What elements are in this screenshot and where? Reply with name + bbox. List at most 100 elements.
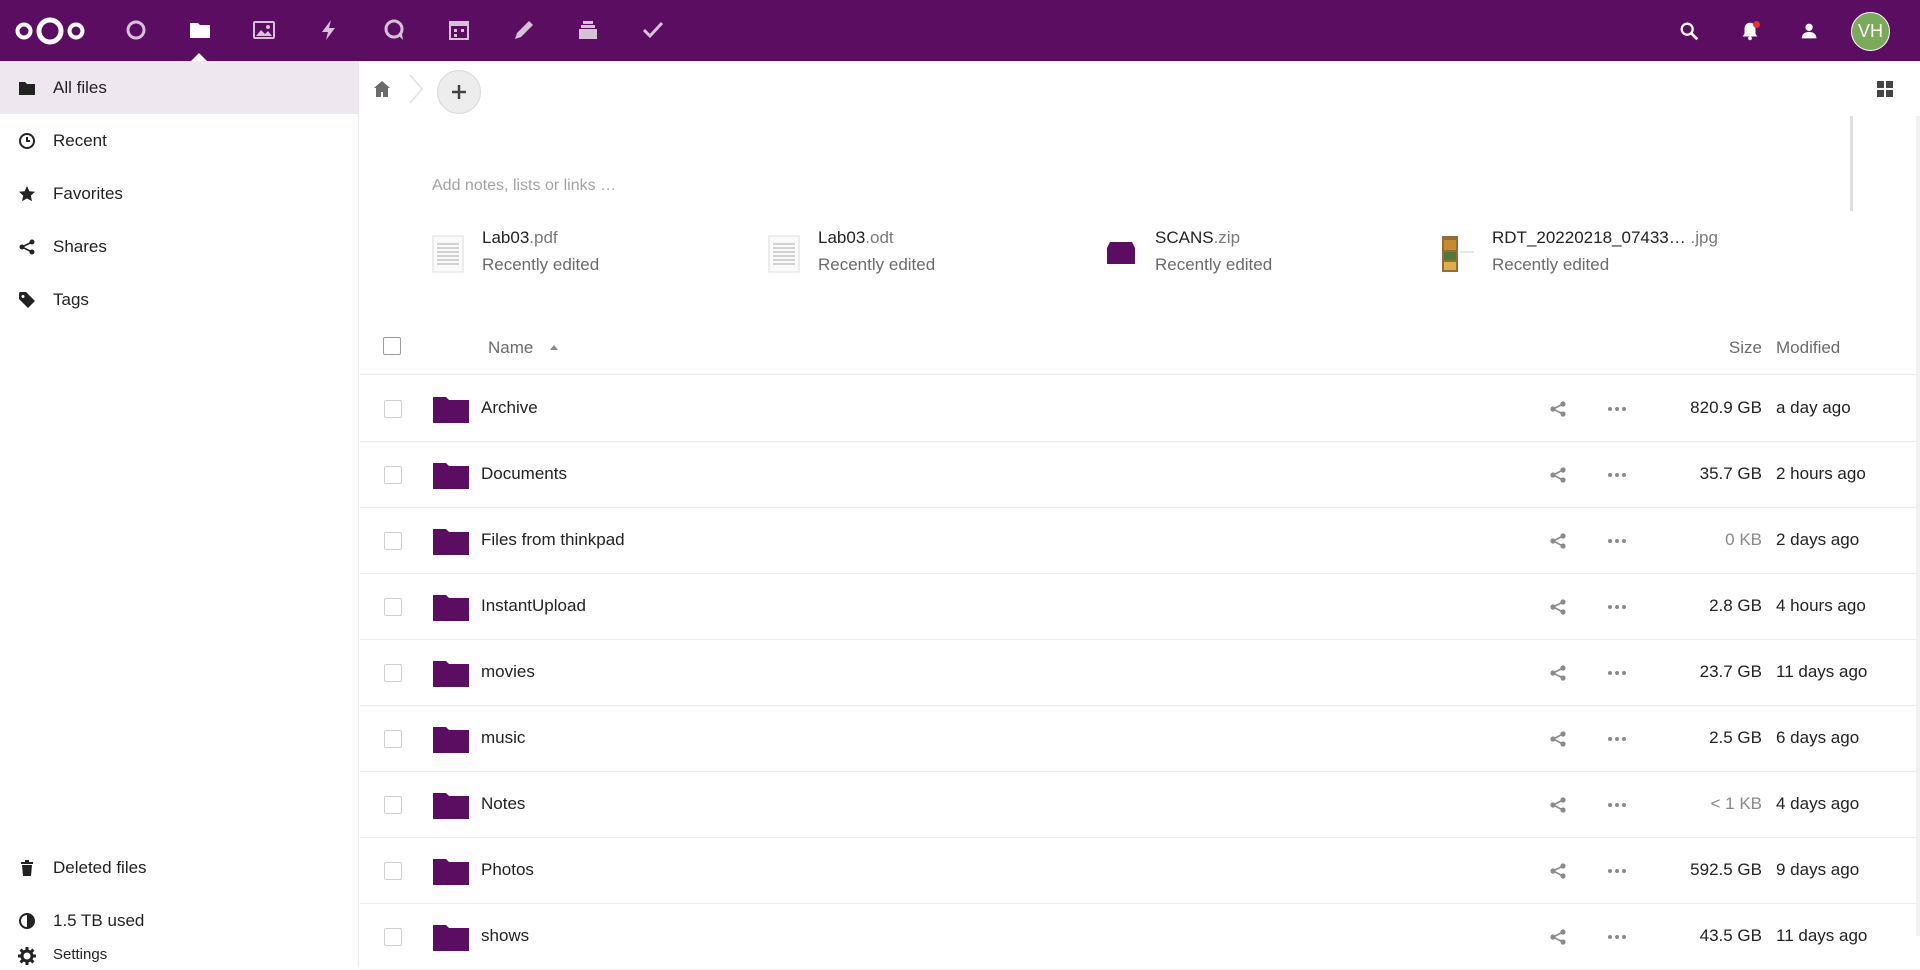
row-checkbox[interactable] [384, 928, 402, 946]
file-modified: a day ago [1776, 398, 1851, 417]
notes-placeholder[interactable]: Add notes, lists or links … [432, 177, 616, 195]
plus-icon [452, 85, 466, 99]
notes-pencil-icon[interactable] [506, 12, 542, 48]
sidebar-item-tags[interactable]: Tags [0, 273, 359, 326]
more-actions-icon[interactable] [1605, 795, 1629, 815]
tasks-icon[interactable] [635, 12, 671, 48]
file-size: 2.8 GB [1709, 596, 1762, 615]
share-icon[interactable] [1548, 465, 1568, 485]
grid-view-toggle-icon[interactable] [1872, 76, 1898, 102]
table-row[interactable]: Notes < 1 KB 4 days ago [360, 772, 1920, 838]
calendar-icon[interactable] [441, 12, 477, 48]
talk-icon[interactable] [376, 12, 412, 48]
recent-file-name: SCANS.zip [1155, 228, 1241, 247]
sidebar-item-shares[interactable]: Shares [0, 220, 359, 273]
row-checkbox[interactable] [384, 466, 402, 484]
file-name[interactable]: Photos [481, 860, 534, 880]
recent-file-status: Recently edited [1155, 255, 1273, 274]
table-row[interactable]: Photos 592.5 GB 9 days ago [360, 838, 1920, 904]
sidebar-item-all-files[interactable]: All files [0, 61, 359, 114]
file-size: 0 KB [1725, 530, 1762, 549]
recent-file-card[interactable]: Lab03.pdf Recently edited [430, 224, 760, 284]
share-icon[interactable] [1548, 927, 1568, 947]
more-actions-icon[interactable] [1605, 531, 1629, 551]
more-actions-icon[interactable] [1605, 399, 1629, 419]
file-name[interactable]: shows [481, 926, 529, 946]
share-icon[interactable] [1548, 531, 1568, 551]
row-checkbox[interactable] [384, 598, 402, 616]
file-name[interactable]: Archive [481, 398, 538, 418]
home-icon[interactable] [366, 73, 398, 105]
files-icon[interactable] [182, 12, 218, 48]
row-checkbox[interactable] [384, 796, 402, 814]
row-checkbox[interactable] [384, 862, 402, 880]
recent-file-card[interactable]: SCANS.zip Recently edited [1103, 224, 1433, 284]
share-icon[interactable] [1548, 597, 1568, 617]
column-header-modified[interactable]: Modified [1776, 338, 1840, 358]
file-name[interactable]: Files from thinkpad [481, 530, 625, 550]
row-checkbox[interactable] [384, 532, 402, 550]
recent-file-card[interactable]: Lab03.odt Recently edited [766, 224, 1096, 284]
document-thumbnail-icon [768, 235, 800, 273]
share-icon[interactable] [1548, 663, 1568, 683]
share-icon[interactable] [1548, 399, 1568, 419]
search-icon[interactable] [1672, 14, 1706, 48]
folder-icon [433, 925, 469, 951]
contacts-menu-icon[interactable] [1793, 14, 1827, 48]
file-list-scrollbar[interactable] [1916, 116, 1920, 936]
row-checkbox[interactable] [384, 730, 402, 748]
sidebar-item-quota[interactable]: 1.5 TB used [0, 894, 359, 947]
sidebar-item-label: 1.5 TB used [53, 910, 145, 930]
table-row[interactable]: Files from thinkpad 0 KB 2 days ago [360, 508, 1920, 574]
file-size: 820.9 GB [1690, 398, 1762, 417]
more-actions-icon[interactable] [1605, 597, 1629, 617]
activity-icon[interactable] [311, 12, 347, 48]
photos-icon[interactable] [246, 12, 282, 48]
row-checkbox[interactable] [384, 664, 402, 682]
archive-package-icon [1107, 242, 1135, 264]
breadcrumb-separator-icon [409, 74, 423, 104]
file-name[interactable]: music [481, 728, 525, 748]
file-modified: 11 days ago [1776, 926, 1868, 945]
deck-icon[interactable] [570, 12, 606, 48]
file-name[interactable]: Notes [481, 794, 525, 814]
table-row[interactable]: music 2.5 GB 6 days ago [360, 706, 1920, 772]
folder-icon [433, 793, 469, 819]
file-name[interactable]: InstantUpload [481, 596, 586, 616]
sidebar-item-deleted-files[interactable]: Deleted files [0, 841, 359, 894]
notes-scrollbar[interactable] [1850, 116, 1853, 211]
row-checkbox[interactable] [384, 400, 402, 418]
notifications-bell-icon[interactable] [1733, 14, 1767, 48]
recent-file-card[interactable]: RDT_20220218_07433… .jpg Recently edited [1440, 224, 1770, 284]
file-name[interactable]: movies [481, 662, 535, 682]
more-actions-icon[interactable] [1605, 465, 1629, 485]
more-actions-icon[interactable] [1605, 861, 1629, 881]
folder-icon [433, 529, 469, 555]
share-icon[interactable] [1548, 861, 1568, 881]
more-actions-icon[interactable] [1605, 729, 1629, 749]
table-row[interactable]: movies 23.7 GB 11 days ago [360, 640, 1920, 706]
table-row[interactable]: Archive 820.9 GB a day ago [360, 376, 1920, 442]
table-row[interactable]: shows 43.5 GB 11 days ago [360, 904, 1920, 970]
more-actions-icon[interactable] [1605, 663, 1629, 683]
user-avatar[interactable]: VH [1851, 12, 1890, 51]
quota-pie-icon [16, 910, 38, 932]
sidebar-item-settings[interactable]: Settings [0, 946, 359, 968]
sidebar-item-favorites[interactable]: Favorites [0, 167, 359, 220]
more-actions-icon[interactable] [1605, 927, 1629, 947]
select-all-checkbox[interactable] [383, 337, 401, 355]
table-row[interactable]: InstantUpload 2.8 GB 4 hours ago [360, 574, 1920, 640]
dashboard-icon[interactable] [118, 12, 154, 48]
column-header-name[interactable]: Name [488, 338, 533, 358]
table-row[interactable]: Documents 35.7 GB 2 hours ago [360, 442, 1920, 508]
share-icon[interactable] [1548, 729, 1568, 749]
share-icon[interactable] [1548, 795, 1568, 815]
column-header-size[interactable]: Size [1680, 338, 1762, 358]
sidebar-item-recent[interactable]: Recent [0, 114, 359, 167]
nextcloud-logo-icon[interactable] [14, 14, 86, 48]
file-name[interactable]: Documents [481, 464, 567, 484]
new-file-button[interactable] [437, 70, 481, 114]
files-main-content: Add notes, lists or links … Lab03.pdf Re… [360, 61, 1920, 970]
file-modified: 9 days ago [1776, 860, 1860, 879]
recent-file-status: Recently edited [1492, 255, 1610, 274]
